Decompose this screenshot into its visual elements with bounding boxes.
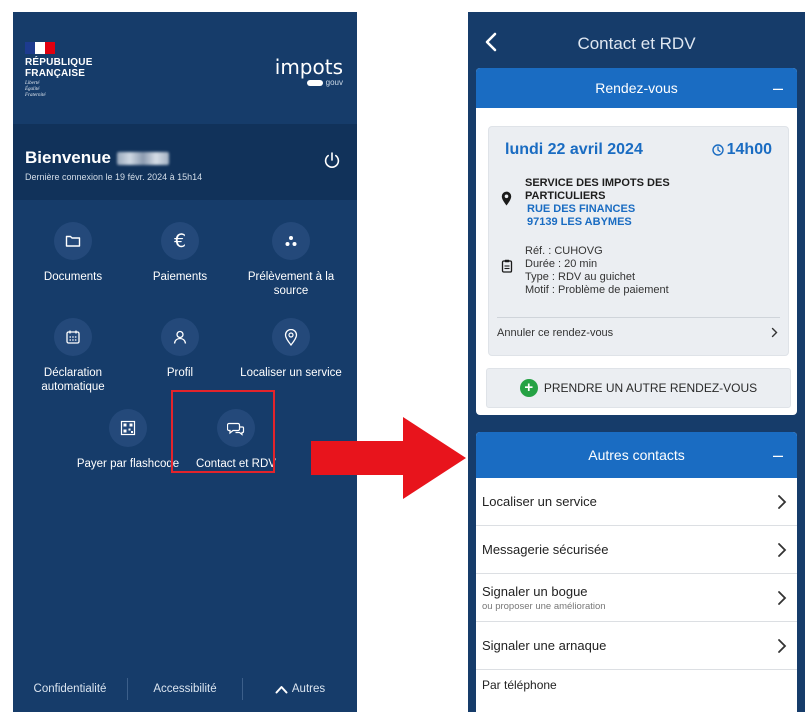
tile-payer-flashcode[interactable]: Payer par flashcode (73, 409, 183, 471)
appointment-details: lundi 22 avril 2024 14h00 SERVICE DES IM… (488, 126, 789, 356)
appointment-info: Réf. : CUHOVG Durée : 20 min Type : RDV … (489, 245, 788, 297)
bottom-bar: Confidentialité Accessibilité Autres (13, 666, 357, 712)
clock-icon (711, 144, 724, 156)
more-label: Autres (291, 683, 326, 695)
gouv-pill-icon (306, 79, 323, 86)
qr-code-icon (120, 420, 136, 436)
home-screen: RÉPUBLIQUE FRANÇAISE Liberté Égalité Fra… (13, 12, 357, 712)
chevron-right-icon (778, 590, 787, 605)
tile-label: Localiser un service (240, 367, 342, 379)
dots-icon (285, 236, 297, 246)
tile-prelevement-source[interactable]: Prélèvement à la source (236, 222, 346, 298)
appointment-duration: Durée : 20 min (525, 258, 598, 270)
tile-paiements[interactable]: € Paiements (125, 222, 235, 284)
contact-label: Localiser un service (482, 494, 597, 509)
tile-documents[interactable]: Documents (18, 222, 128, 284)
contact-label: Messagerie sécurisée (482, 542, 609, 557)
tile-label: Payer par flashcode (76, 458, 180, 470)
rf-line2: FRANÇAISE (25, 68, 86, 79)
chevron-up-icon (275, 685, 288, 693)
appointment-date: lundi 22 avril 2024 (505, 141, 643, 158)
tile-profil[interactable]: Profil (125, 318, 235, 380)
power-icon[interactable] (323, 151, 341, 169)
contact-label: Signaler une arnaque (482, 638, 607, 653)
clipboard-icon (501, 259, 513, 273)
contact-signaler-arnaque[interactable]: Signaler une arnaque (476, 622, 797, 670)
service-address-line2[interactable]: 97139 LES ABYMES (527, 216, 788, 229)
plus-circle-icon: + (519, 379, 538, 397)
chevron-right-icon (778, 638, 787, 653)
welcome-banner: Bienvenue Dernière connexion le 19 févr.… (13, 124, 357, 200)
french-flag-icon (25, 42, 55, 54)
service-address-line1[interactable]: RUE DES FINANCES (527, 203, 788, 216)
new-appointment-label: PRENDRE UN AUTRE RENDEZ-VOUS (543, 381, 758, 395)
collapse-icon[interactable]: – (773, 445, 783, 466)
last-connection-text: Dernière connexion le 19 févr. 2024 à 15… (25, 172, 203, 182)
highlight-box (171, 390, 275, 473)
folder-icon (65, 235, 81, 247)
red-arrow-icon (311, 417, 466, 499)
contact-label: Signaler un bogue (482, 583, 588, 599)
other-contacts-header[interactable]: Autres contacts – (476, 432, 797, 478)
chevron-right-icon (778, 542, 787, 557)
service-name-line2: PARTICULIERS (525, 190, 606, 202)
tile-label: Prélèvement à la source (247, 271, 335, 297)
screen-header: Contact et RDV (468, 12, 805, 68)
service-address: SERVICE DES IMPOTS DES PARTICULIERS RUE … (489, 177, 788, 229)
location-icon (284, 328, 298, 346)
welcome-title: Bienvenue (25, 148, 111, 167)
tile-declaration-automatique[interactable]: Déclaration automatique (18, 318, 128, 394)
more-button[interactable]: Autres (243, 683, 357, 695)
accessibility-link[interactable]: Accessibilité (128, 683, 242, 695)
impots-gouv-logo: impots gouv (275, 56, 343, 87)
rf-motto: Liberté Égalité Fraternité (25, 81, 46, 98)
euro-icon: € (173, 230, 187, 252)
appointment-reference: Réf. : CUHOVG (525, 245, 603, 257)
contact-sublabel: ou proposer une amélioration (482, 600, 606, 612)
chevron-right-icon (778, 494, 787, 509)
contact-localiser-service[interactable]: Localiser un service (476, 478, 797, 526)
other-contacts-card: Autres contacts – Localiser un service M… (476, 432, 797, 712)
user-icon (173, 330, 187, 344)
tile-label: Profil (166, 367, 194, 379)
privacy-link[interactable]: Confidentialité (13, 683, 127, 695)
collapse-icon[interactable]: – (773, 78, 783, 99)
tile-label: Paiements (152, 271, 208, 283)
gouv-word: gouv (325, 78, 343, 87)
appointment-reason: Motif : Problème de paiement (525, 284, 669, 296)
appointment-type: Type : RDV au guichet (525, 271, 636, 283)
app-header: RÉPUBLIQUE FRANÇAISE Liberté Égalité Fra… (13, 12, 357, 124)
screen-title: Contact et RDV (577, 34, 696, 53)
cancel-appointment-link[interactable]: Annuler ce rendez-vous (497, 327, 778, 339)
appointments-header[interactable]: Rendez-vous – (476, 68, 797, 108)
service-name-line1: SERVICE DES IMPOTS DES (525, 177, 670, 189)
new-appointment-button[interactable]: + PRENDRE UN AUTRE RENDEZ-VOUS (486, 368, 791, 408)
appointment-time: 14h00 (711, 141, 772, 159)
appointments-card: Rendez-vous – lundi 22 avril 2024 14h00 (476, 68, 797, 415)
tile-localiser-service[interactable]: Localiser un service (236, 318, 346, 380)
impots-word: impots (274, 55, 343, 79)
other-contacts-title: Autres contacts (588, 447, 685, 463)
cancel-appointment-label: Annuler ce rendez-vous (497, 327, 614, 339)
divider (497, 317, 780, 318)
rf-line1: RÉPUBLIQUE (25, 57, 93, 68)
contact-rdv-screen: Contact et RDV Rendez-vous – lundi 22 av… (468, 12, 805, 712)
calendar-icon (66, 330, 80, 344)
republique-francaise-logo: RÉPUBLIQUE FRANÇAISE Liberté Égalité Fra… (25, 42, 93, 99)
contact-signaler-bogue[interactable]: Signaler un bogue ou proposer une amélio… (476, 574, 797, 622)
contact-messagerie[interactable]: Messagerie sécurisée (476, 526, 797, 574)
blurred-username (116, 151, 169, 165)
appointments-title: Rendez-vous (595, 80, 678, 96)
by-phone-heading: Par téléphone (482, 678, 557, 692)
chevron-right-icon (771, 327, 778, 338)
map-pin-icon (501, 191, 512, 206)
tile-label: Déclaration automatique (41, 367, 105, 393)
tile-label: Documents (43, 271, 103, 283)
